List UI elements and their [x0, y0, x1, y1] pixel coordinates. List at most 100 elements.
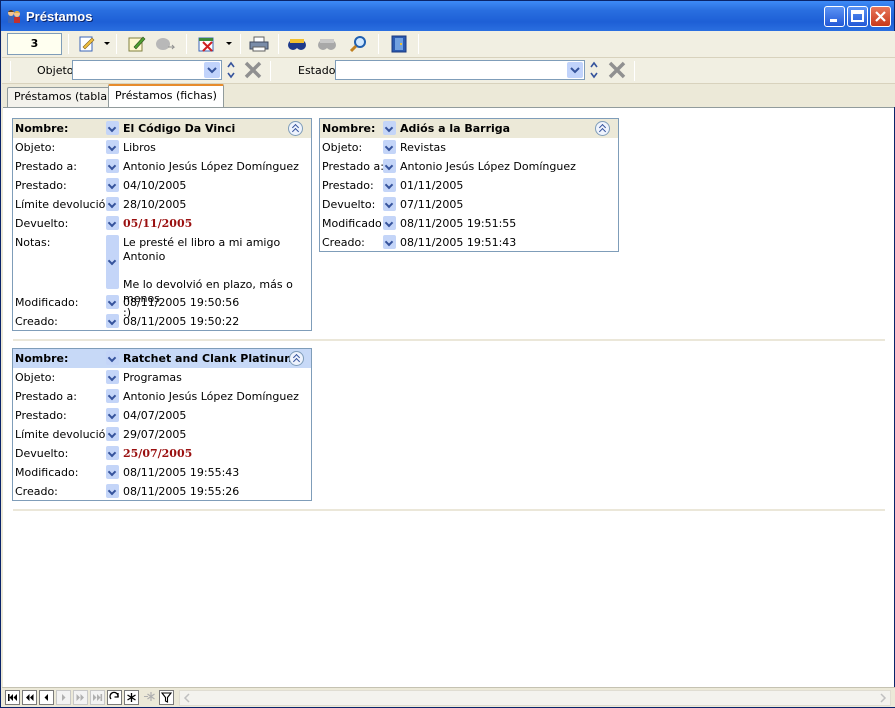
maximize-button[interactable] [847, 6, 868, 27]
chevron-down-icon[interactable] [106, 295, 119, 309]
chevron-down-icon[interactable] [106, 446, 119, 460]
chevron-down-icon[interactable] [106, 389, 119, 403]
objeto-clear-icon[interactable] [242, 60, 264, 80]
print-icon[interactable] [248, 34, 270, 54]
new-record-icon[interactable] [76, 34, 98, 54]
card-header[interactable]: Nombre: El Código Da Vinci [13, 119, 311, 138]
devuelto-value[interactable]: 07/11/2005 [400, 198, 463, 211]
chevron-down-icon[interactable] [106, 159, 119, 173]
chevron-down-icon[interactable] [106, 408, 119, 422]
card-header[interactable]: Nombre: Ratchet and Clank Platinum [13, 349, 311, 368]
chevron-down-icon[interactable] [106, 235, 119, 289]
prestado-a-label: Prestado a: [15, 390, 77, 403]
close-button[interactable] [870, 6, 891, 27]
estado-clear-icon[interactable] [606, 60, 628, 80]
devuelto-value[interactable]: 25/07/2005 [123, 447, 192, 460]
toolbar-separator [68, 34, 69, 54]
find-icon[interactable] [286, 34, 308, 54]
prestado-a-label: Prestado a: [15, 160, 77, 173]
nombre-value[interactable]: El Código Da Vinci [123, 122, 235, 135]
new-record-nav-button[interactable] [124, 690, 139, 705]
collapse-icon[interactable] [288, 121, 303, 136]
chevron-down-icon[interactable] [567, 62, 583, 78]
filter-button[interactable] [159, 690, 174, 705]
creado-value[interactable]: 08/11/2005 19:55:26 [123, 485, 239, 498]
collapse-icon[interactable] [595, 121, 610, 136]
scroll-right-icon[interactable] [878, 693, 888, 703]
tab-prestamos-fichas[interactable]: Préstamos (fichas) [108, 84, 224, 107]
loan-card[interactable]: Nombre: El Código Da Vinci Objeto: Libro… [12, 118, 312, 331]
chevron-down-icon[interactable] [106, 465, 119, 479]
prestado-a-value[interactable]: Antonio Jesús López Domínguez [123, 390, 299, 403]
chevron-down-icon[interactable] [106, 427, 119, 441]
delete-record-icon[interactable] [196, 34, 218, 54]
limite-value[interactable]: 28/10/2005 [123, 198, 186, 211]
modificado-value[interactable]: 08/11/2005 19:55:43 [123, 466, 239, 479]
last-record-button[interactable] [90, 690, 105, 705]
chevron-down-icon[interactable] [383, 140, 396, 154]
objeto-spin-icon[interactable] [225, 60, 237, 80]
objeto-value[interactable]: Libros [123, 141, 156, 154]
record-count-field[interactable]: 3 [7, 33, 62, 55]
horizontal-scrollbar[interactable] [179, 690, 891, 706]
modificado-value[interactable]: 08/11/2005 19:50:56 [123, 296, 239, 309]
next-record-button[interactable] [56, 690, 71, 705]
estado-spin-icon[interactable] [588, 60, 600, 80]
exit-icon[interactable] [388, 34, 410, 54]
creado-row: Creado: 08/11/2005 19:50:22 [13, 312, 311, 331]
chevron-down-icon[interactable] [383, 197, 396, 211]
card-header[interactable]: Nombre: Adiós a la Barriga [320, 119, 618, 138]
refresh-button[interactable] [107, 690, 122, 705]
tab-prestamos-tabla[interactable]: Préstamos (tabla) [7, 87, 119, 107]
modificado-value[interactable]: 08/11/2005 19:51:55 [400, 217, 516, 230]
creado-value[interactable]: 08/11/2005 19:51:43 [400, 236, 516, 249]
devuelto-value[interactable]: 05/11/2005 [123, 217, 192, 230]
limite-value[interactable]: 29/07/2005 [123, 428, 186, 441]
chevron-down-icon[interactable] [383, 178, 396, 192]
prestado-value[interactable]: 04/10/2005 [123, 179, 186, 192]
previous-record-button[interactable] [39, 690, 54, 705]
delete-record-dropdown-icon[interactable] [226, 42, 232, 45]
prestado-value[interactable]: 04/07/2005 [123, 409, 186, 422]
prestado-a-value[interactable]: Antonio Jesús López Domínguez [123, 160, 299, 173]
refresh-icon [109, 691, 119, 700]
prestado-value[interactable]: 01/11/2005 [400, 179, 463, 192]
creado-value[interactable]: 08/11/2005 19:50:22 [123, 315, 239, 328]
chevron-down-icon[interactable] [204, 62, 220, 78]
chevron-down-icon[interactable] [383, 159, 396, 173]
chevron-down-icon[interactable] [106, 484, 119, 498]
loan-card[interactable]: Nombre: Ratchet and Clank Platinum Objet… [12, 348, 312, 501]
chevron-down-icon[interactable] [383, 235, 396, 249]
first-record-button[interactable] [5, 690, 20, 705]
limite-row: Límite devolución: 28/10/2005 [13, 195, 311, 214]
chevron-down-icon[interactable] [383, 121, 396, 135]
objeto-value[interactable]: Programas [123, 371, 182, 384]
next-page-button[interactable] [73, 690, 88, 705]
chevron-down-icon[interactable] [106, 314, 119, 328]
minimize-button[interactable] [824, 6, 845, 27]
chevron-down-icon[interactable] [383, 216, 396, 230]
chevron-down-icon[interactable] [106, 370, 119, 384]
chevron-down-icon[interactable] [106, 351, 119, 365]
objeto-filter-select[interactable] [72, 60, 222, 80]
prestado-a-value[interactable]: Antonio Jesús López Domínguez [400, 160, 576, 173]
scroll-left-icon[interactable] [182, 693, 192, 703]
new-record-dropdown-icon[interactable] [104, 42, 110, 45]
chevron-down-icon[interactable] [106, 216, 119, 230]
nombre-value[interactable]: Adiós a la Barriga [400, 122, 510, 135]
objeto-label: Objeto: [15, 371, 56, 384]
chevron-down-icon[interactable] [106, 197, 119, 211]
row-separator [13, 509, 885, 511]
previous-page-button[interactable] [22, 690, 37, 705]
search-icon[interactable] [348, 34, 370, 54]
chevron-down-icon[interactable] [106, 178, 119, 192]
chevron-down-icon[interactable] [106, 121, 119, 135]
title-bar[interactable]: Préstamos [1, 1, 894, 31]
objeto-value[interactable]: Revistas [400, 141, 446, 154]
estado-filter-select[interactable] [335, 60, 585, 80]
nombre-value[interactable]: Ratchet and Clank Platinum [123, 352, 296, 365]
loan-card[interactable]: Nombre: Adiós a la Barriga Objeto: Revis… [319, 118, 619, 252]
edit-record-icon[interactable] [126, 34, 148, 54]
chevron-down-icon[interactable] [106, 140, 119, 154]
collapse-icon[interactable] [289, 351, 304, 366]
